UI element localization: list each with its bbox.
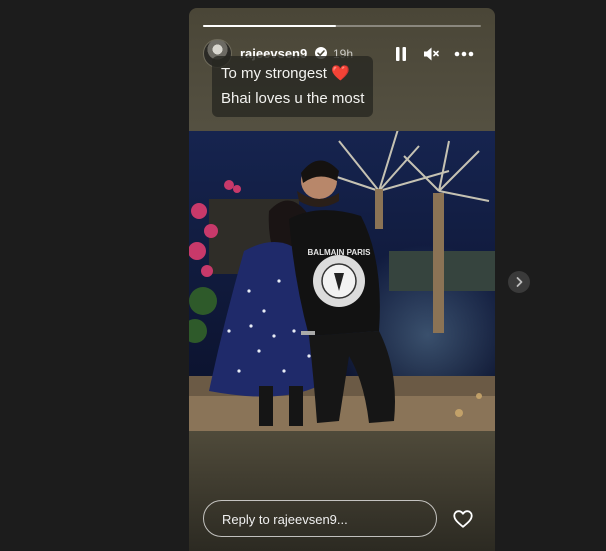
- story-viewer: rajeevsen9 19h To my strongest ❤️ Bhai l…: [189, 8, 495, 551]
- sweater-print-text: BALMAIN PARIS: [308, 248, 372, 257]
- red-heart-emoji: ❤️: [331, 65, 350, 82]
- volume-muted-icon[interactable]: [422, 45, 440, 63]
- caption-line-2: Bhai loves u the most: [221, 90, 365, 107]
- story-caption: To my strongest ❤️ Bhai loves u the most: [212, 56, 374, 117]
- heart-outline-icon[interactable]: [452, 508, 474, 530]
- story-progress-fill: [203, 25, 337, 27]
- caption-line-1: To my strongest ❤️: [221, 61, 364, 86]
- story-progress-bar: [203, 25, 481, 27]
- reply-input[interactable]: Reply to rajeevsen9...: [203, 500, 437, 537]
- next-story-button[interactable]: [508, 271, 530, 293]
- more-options-icon[interactable]: [453, 45, 475, 63]
- caption-text-1: To my strongest: [221, 65, 327, 82]
- story-photo-illustration: BALMAIN PARIS: [189, 131, 495, 431]
- reply-placeholder: Reply to rajeevsen9...: [222, 512, 348, 527]
- pause-icon[interactable]: [392, 45, 410, 63]
- chevron-right-icon: [516, 277, 523, 287]
- story-photo: BALMAIN PARIS: [189, 131, 495, 431]
